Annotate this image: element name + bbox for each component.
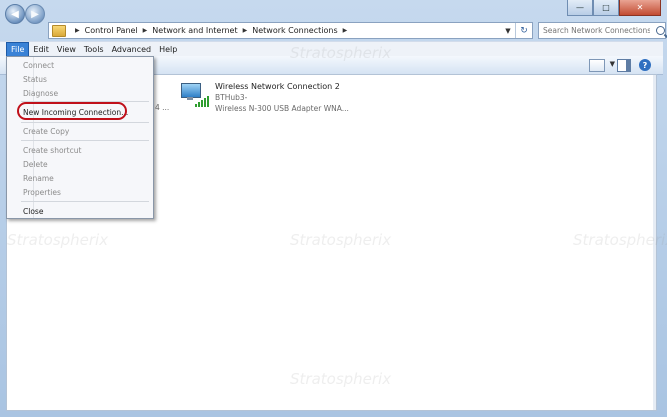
back-button[interactable]: ◀ [5,4,25,24]
watermark: Stratospherix [290,44,392,62]
menu-separator [21,201,149,202]
menu-item-create-shortcut[interactable]: Create shortcut [23,146,81,155]
refresh-icon: ↻ [520,25,528,36]
menu-item-diagnose[interactable]: Diagnose [23,89,58,98]
connection-partial-label: 4 ... [155,103,170,112]
file-menu-dropdown: Connect Status Diagnose New Incoming Con… [6,56,154,219]
connection-network: BTHub3- [215,93,248,102]
menu-edit[interactable]: Edit [29,43,53,56]
breadcrumb-arrow-icon[interactable]: ▶ [343,27,348,34]
connection-adapter: Wireless N-300 USB Adapter WNA... [215,104,349,113]
menu-view[interactable]: View [53,43,80,56]
menu-help[interactable]: Help [155,43,181,56]
menu-advanced[interactable]: Advanced [108,43,156,56]
window: — □ ✕ ◀ ▶ ▶ Control Panel ▶ Network and … [0,0,667,417]
breadcrumb-arrow-icon[interactable]: ▶ [243,27,248,34]
close-button[interactable]: ✕ [619,0,661,16]
menu-item-status[interactable]: Status [23,75,47,84]
highlight-ring [17,102,127,120]
connection-item-wireless-2[interactable]: Wireless Network Connection 2 BTHub3- Wi… [179,81,349,114]
forward-button[interactable]: ▶ [25,4,45,24]
search-input[interactable] [539,26,655,35]
minimize-button[interactable]: — [567,0,593,16]
wireless-network-icon [179,81,209,111]
control-panel-icon [52,24,66,37]
breadcrumb-arrow-icon: ▶ [75,27,80,34]
back-arrow-icon: ◀ [11,8,19,20]
menu-item-create-copy[interactable]: Create Copy [23,127,69,136]
minimize-icon: — [576,3,584,12]
connection-name: Wireless Network Connection 2 [215,82,340,91]
menu-item-connect[interactable]: Connect [23,61,54,70]
close-icon: ✕ [636,3,644,12]
maximize-icon: □ [602,3,610,12]
breadcrumb-control-panel[interactable]: Control Panel [85,26,138,35]
forward-arrow-icon: ▶ [31,8,39,20]
address-history-dropdown[interactable]: ▼ [501,27,515,35]
breadcrumb-network-connections[interactable]: Network Connections [252,26,337,35]
menu-item-close[interactable]: Close [23,207,43,216]
refresh-button[interactable]: ↻ [515,23,532,38]
menu-tools[interactable]: Tools [80,43,108,56]
watermark: Stratospherix [290,370,392,388]
breadcrumb-network-and-internet[interactable]: Network and Internet [152,26,237,35]
menu-item-rename[interactable]: Rename [23,174,54,183]
search-icon[interactable] [656,26,665,35]
watermark: Stratospherix [7,231,109,249]
search-box[interactable] [538,22,666,39]
address-bar[interactable]: ▶ Control Panel ▶ Network and Internet ▶… [48,22,533,39]
window-controls: — □ ✕ [567,0,661,16]
view-options-dropdown[interactable]: ▼ [610,60,615,68]
help-icon[interactable]: ? [639,59,651,71]
maximize-button[interactable]: □ [593,0,619,16]
menu-separator [21,140,149,141]
menu-item-delete[interactable]: Delete [23,160,48,169]
change-view-icon[interactable] [589,59,605,72]
menu-item-properties[interactable]: Properties [23,188,61,197]
watermark: Stratospherix [290,231,392,249]
breadcrumb: Control Panel ▶ Network and Internet ▶ N… [85,26,353,35]
menu-separator [21,122,149,123]
preview-pane-icon[interactable] [617,59,631,72]
breadcrumb-arrow-icon[interactable]: ▶ [143,27,148,34]
menu-file[interactable]: File [6,41,30,57]
watermark: Stratospherix [573,231,667,249]
